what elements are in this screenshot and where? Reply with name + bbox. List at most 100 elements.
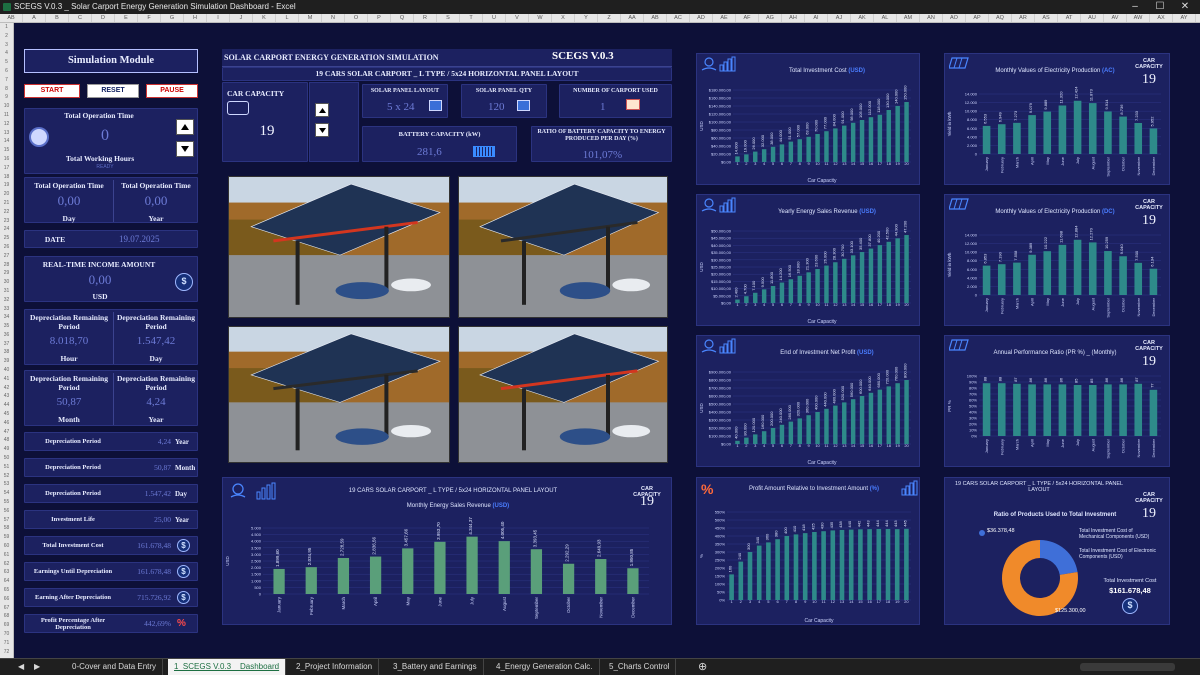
row-number[interactable]: 36	[0, 331, 13, 340]
row-number[interactable]: 11	[0, 111, 13, 120]
horizontal-scrollbar[interactable]	[1080, 663, 1175, 671]
column-letter[interactable]: F	[138, 14, 161, 22]
column-letter[interactable]: I	[207, 14, 230, 22]
row-number[interactable]: 23	[0, 217, 13, 226]
row-number[interactable]: 50	[0, 454, 13, 463]
row-number[interactable]: 5	[0, 58, 13, 67]
tab-charts-control[interactable]: 5_Charts Control	[603, 659, 677, 675]
column-letter[interactable]: N	[322, 14, 345, 22]
row-number[interactable]: 42	[0, 384, 13, 393]
row-number[interactable]: 61	[0, 551, 13, 560]
row-number[interactable]: 24	[0, 225, 13, 234]
column-letter[interactable]: AB	[644, 14, 667, 22]
row-number[interactable]: 40	[0, 366, 13, 375]
column-letter[interactable]: AV	[1104, 14, 1127, 22]
row-number[interactable]: 51	[0, 463, 13, 472]
row-number[interactable]: 63	[0, 568, 13, 577]
row-number[interactable]: 47	[0, 428, 13, 437]
column-letter[interactable]: AP	[966, 14, 989, 22]
row-number[interactable]: 44	[0, 401, 13, 410]
row-number[interactable]: 30	[0, 278, 13, 287]
maximize-icon[interactable]: ☐	[1150, 0, 1170, 14]
tab-cover[interactable]: 0-Cover and Data Entry	[66, 659, 164, 675]
row-number[interactable]: 1	[0, 23, 13, 32]
row-number[interactable]: 54	[0, 489, 13, 498]
column-letter[interactable]: AX	[1150, 14, 1173, 22]
close-icon[interactable]: ✕	[1175, 0, 1195, 14]
column-letter[interactable]: B	[46, 14, 69, 22]
row-number[interactable]: 25	[0, 234, 13, 243]
column-letter[interactable]: AF	[736, 14, 759, 22]
row-number[interactable]: 69	[0, 621, 13, 630]
column-letter[interactable]: AL	[874, 14, 897, 22]
row-number[interactable]: 21	[0, 199, 13, 208]
column-letter[interactable]: AO	[943, 14, 966, 22]
row-number[interactable]: 67	[0, 604, 13, 613]
column-letter[interactable]: A	[23, 14, 46, 22]
car-capacity-down-button[interactable]	[315, 123, 329, 137]
row-number[interactable]: 60	[0, 542, 13, 551]
column-letter[interactable]: H	[184, 14, 207, 22]
row-number[interactable]: 37	[0, 340, 13, 349]
column-letter[interactable]: D	[92, 14, 115, 22]
stepper-down-button[interactable]	[176, 141, 194, 157]
tab-battery[interactable]: 3_Battery and Earnings	[387, 659, 484, 675]
column-letter[interactable]: V	[506, 14, 529, 22]
row-number[interactable]: 6	[0, 67, 13, 76]
column-letter[interactable]: AR	[1012, 14, 1035, 22]
column-letter[interactable]: E	[115, 14, 138, 22]
column-letter[interactable]: U	[483, 14, 506, 22]
prev-sheet-icon[interactable]: ◀	[18, 662, 24, 671]
row-number[interactable]: 48	[0, 436, 13, 445]
column-letter[interactable]: W	[529, 14, 552, 22]
row-number[interactable]: 45	[0, 410, 13, 419]
column-letter[interactable]: AQ	[989, 14, 1012, 22]
column-letter[interactable]: T	[460, 14, 483, 22]
row-number[interactable]: 28	[0, 261, 13, 270]
row-number[interactable]: 33	[0, 305, 13, 314]
row-number[interactable]: 26	[0, 243, 13, 252]
row-number[interactable]: 49	[0, 445, 13, 454]
row-number[interactable]: 19	[0, 181, 13, 190]
row-number[interactable]: 7	[0, 76, 13, 85]
column-letter[interactable]: AA	[621, 14, 644, 22]
row-number[interactable]: 2	[0, 32, 13, 41]
row-number[interactable]: 17	[0, 164, 13, 173]
start-button[interactable]: START	[24, 84, 80, 98]
tab-energy-calc[interactable]: 4_Energy Generation Calc.	[490, 659, 600, 675]
column-letter[interactable]: AI	[805, 14, 828, 22]
column-letter[interactable]: AG	[759, 14, 782, 22]
column-letter[interactable]: J	[230, 14, 253, 22]
row-number[interactable]: 38	[0, 348, 13, 357]
row-number[interactable]: 14	[0, 137, 13, 146]
column-letter[interactable]: S	[437, 14, 460, 22]
row-number[interactable]: 58	[0, 524, 13, 533]
column-letter[interactable]: L	[276, 14, 299, 22]
pause-button[interactable]: PAUSE	[146, 84, 198, 98]
row-number[interactable]: 35	[0, 322, 13, 331]
column-letter[interactable]: AJ	[828, 14, 851, 22]
row-number[interactable]: 64	[0, 577, 13, 586]
row-number[interactable]: 10	[0, 102, 13, 111]
row-number[interactable]: 39	[0, 357, 13, 366]
column-letter[interactable]: AU	[1081, 14, 1104, 22]
row-number[interactable]: 20	[0, 190, 13, 199]
column-letter[interactable]: AS	[1035, 14, 1058, 22]
column-letter[interactable]: AT	[1058, 14, 1081, 22]
row-number[interactable]: 8	[0, 85, 13, 94]
add-sheet-icon[interactable]: ⊕	[698, 660, 707, 673]
row-number[interactable]: 56	[0, 507, 13, 516]
row-number[interactable]: 59	[0, 533, 13, 542]
row-number[interactable]: 68	[0, 612, 13, 621]
row-number[interactable]: 66	[0, 595, 13, 604]
row-number[interactable]: 13	[0, 129, 13, 138]
row-number[interactable]: 70	[0, 630, 13, 639]
row-number[interactable]: 53	[0, 480, 13, 489]
row-number[interactable]: 15	[0, 146, 13, 155]
column-letter[interactable]: K	[253, 14, 276, 22]
row-number[interactable]: 65	[0, 586, 13, 595]
row-number[interactable]: 62	[0, 560, 13, 569]
row-number[interactable]: 12	[0, 120, 13, 129]
row-number[interactable]: 9	[0, 93, 13, 102]
row-number[interactable]: 72	[0, 648, 13, 657]
